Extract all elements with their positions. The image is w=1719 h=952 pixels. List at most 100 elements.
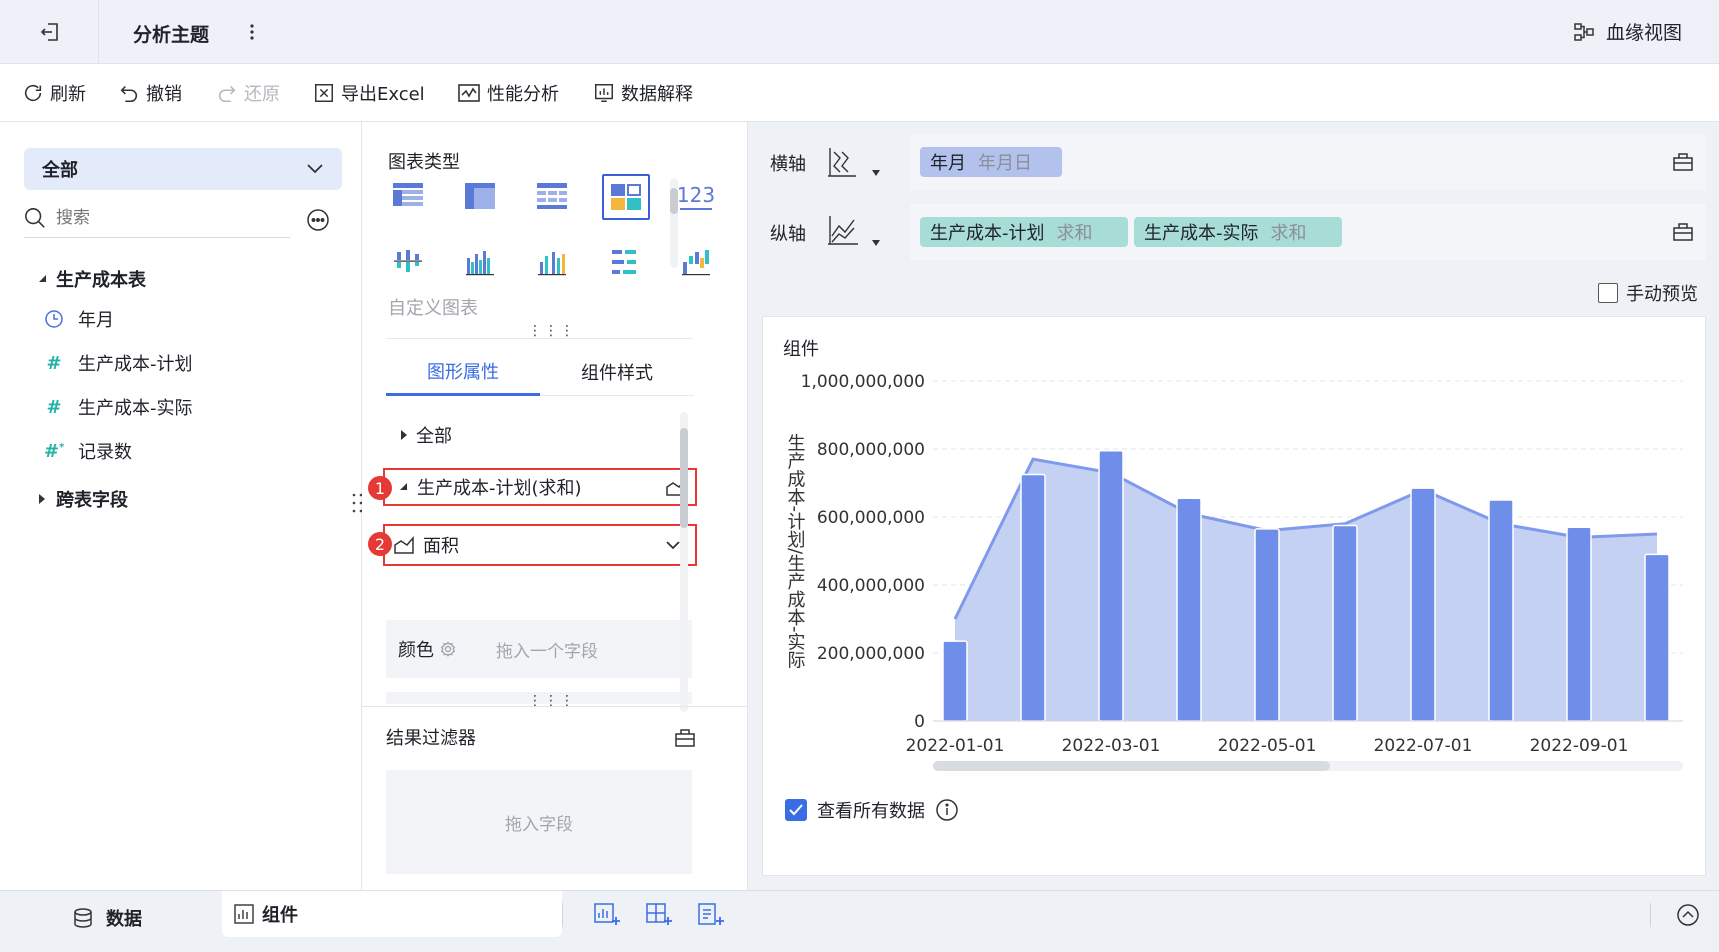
search-input[interactable]: [56, 207, 276, 228]
color-drop-zone[interactable]: 颜色 拖入一个字段: [386, 620, 692, 678]
detail-table-chart-icon[interactable]: [530, 174, 574, 218]
multi-bar-chart-icon[interactable]: [458, 240, 502, 284]
collapse-up-icon[interactable]: [1676, 903, 1700, 927]
combo-chart: 1,000,000,000 800,000,000 600,000,000 400,0…: [785, 372, 1683, 756]
resize-handle-icon[interactable]: ⋮⋮⋮: [528, 694, 576, 708]
bar: [1332, 524, 1358, 722]
table-node[interactable]: 生产成本表: [38, 266, 146, 292]
filter-settings-icon[interactable]: [674, 726, 696, 748]
toolbar: 刷新 撤销 还原 导出Excel 性能分析 数据解释: [0, 64, 1719, 122]
add-widget-icon[interactable]: [594, 903, 620, 927]
tab-graphic-properties[interactable]: 图形属性: [386, 348, 540, 396]
area-chart-icon: [393, 535, 415, 555]
scrollbar-thumb[interactable]: [933, 761, 1330, 771]
field-item[interactable]: #* 记录数: [44, 438, 132, 464]
gear-icon[interactable]: [440, 641, 456, 657]
checkbox[interactable]: [1598, 283, 1618, 303]
export-excel-button[interactable]: 导出Excel: [313, 80, 425, 106]
widget-tab-active[interactable]: 组件: [222, 891, 562, 937]
data-explain-button[interactable]: 数据解释: [593, 80, 693, 106]
filter-placeholder: 拖入字段: [505, 814, 573, 835]
bar: [1176, 497, 1202, 722]
x-axis-row: 横轴 年月 年月日: [762, 134, 1706, 190]
exit-icon[interactable]: [38, 20, 62, 44]
field-item[interactable]: # 生产成本-计划: [44, 350, 192, 376]
combo-chart-icon-selected[interactable]: [602, 174, 650, 220]
axis-settings-icon[interactable]: [1672, 220, 1694, 242]
table-name: 生产成本表: [56, 270, 146, 291]
horizontal-scrollbar[interactable]: [933, 761, 1683, 771]
scope-select[interactable]: 全部: [24, 148, 342, 190]
kpi-chart-icon[interactable]: 123: [674, 174, 718, 218]
widget-card: 组件 1,000,000,000 800,000,000 600,000,000 40…: [762, 316, 1706, 876]
more-options-icon[interactable]: [306, 208, 330, 232]
y-tick-label: 800,000,000: [817, 440, 925, 460]
search-icon: [24, 207, 46, 229]
y-tick-label: 200,000,000: [817, 644, 925, 664]
add-table-icon[interactable]: [646, 903, 672, 927]
manual-preview-toggle[interactable]: 手动预览: [1598, 280, 1698, 306]
add-report-icon[interactable]: [698, 903, 724, 927]
properties-scrollbar[interactable]: [680, 412, 688, 712]
divider: [362, 706, 748, 707]
field-label: 年月: [78, 310, 114, 331]
more-vertical-icon[interactable]: [248, 22, 256, 42]
custom-chart-label[interactable]: 自定义图表: [388, 294, 478, 320]
x-field-tag[interactable]: 年月 年月日: [920, 147, 1062, 177]
info-icon[interactable]: [935, 798, 959, 822]
resize-handle-icon[interactable]: ⋮⋮⋮: [528, 324, 576, 338]
column-chart-icon[interactable]: [530, 240, 574, 284]
tab-label: 组件样式: [581, 362, 653, 384]
y-tick-label: 400,000,000: [817, 576, 925, 596]
cross-table-node[interactable]: 跨表字段: [38, 486, 128, 512]
refresh-icon: [22, 82, 44, 104]
divider: [98, 0, 99, 64]
y-field-tag[interactable]: 生产成本-实际 求和: [1134, 217, 1342, 247]
bar: [942, 640, 968, 722]
table-chart-icon[interactable]: [386, 174, 430, 218]
field-label: 生产成本-实际: [78, 398, 193, 419]
shape-select-highlighted[interactable]: 面积: [383, 524, 697, 566]
search-box[interactable]: [24, 198, 290, 238]
performance-analysis-button[interactable]: 性能分析: [457, 80, 559, 106]
horizontal-bar-chart-icon[interactable]: [602, 240, 646, 284]
grouped-bar-chart-icon[interactable]: [386, 240, 430, 284]
cross-table-chart-icon[interactable]: [458, 174, 502, 218]
y-axis-label: 纵轴: [770, 224, 806, 245]
y-field-tag[interactable]: 生产成本-计划 求和: [920, 217, 1128, 247]
database-icon: [72, 907, 94, 929]
cross-table-label: 跨表字段: [56, 490, 128, 511]
field-name: 年月: [930, 153, 966, 174]
caret-down-icon[interactable]: [872, 240, 880, 246]
waterfall-chart-icon[interactable]: [674, 240, 718, 284]
refresh-button[interactable]: 刷新: [22, 80, 86, 106]
x-axis-type-icon[interactable]: [826, 146, 866, 180]
lineage-view-button[interactable]: 血缘视图: [1572, 18, 1682, 45]
divider: [1650, 903, 1651, 927]
undo-label: 撤销: [146, 84, 182, 105]
title-bar: 分析主题 血缘视图: [0, 0, 1719, 64]
field-item[interactable]: 年月: [44, 306, 114, 332]
widget-tab-label: 组件: [262, 905, 298, 926]
undo-button[interactable]: 撤销: [118, 80, 182, 106]
section-all-label: 全部: [416, 426, 452, 447]
data-tab[interactable]: 数据: [72, 905, 142, 931]
series-row-highlighted[interactable]: 生产成本-计划(求和): [383, 468, 697, 506]
caret-down-icon: [399, 482, 409, 492]
caret-down-icon[interactable]: [872, 170, 880, 176]
axis-settings-icon[interactable]: [1672, 150, 1694, 172]
field-name: 生产成本-实际: [1144, 223, 1259, 244]
field-item[interactable]: # 生产成本-实际: [44, 394, 193, 420]
filter-drop-zone[interactable]: 拖入字段: [386, 770, 692, 874]
chart-grid-scrollbar[interactable]: [670, 178, 678, 268]
y-axis-type-icon[interactable]: [826, 214, 860, 248]
refresh-label: 刷新: [50, 84, 86, 105]
bottom-bar: 数据 组件: [0, 890, 1719, 952]
view-all-data-toggle[interactable]: 查看所有数据: [785, 797, 959, 823]
checkbox-checked[interactable]: [785, 799, 807, 821]
y-tick-label: 0: [914, 712, 925, 732]
section-all[interactable]: 全部: [400, 422, 452, 448]
y-tick-label: 1,000,000,000: [801, 372, 925, 392]
redo-button[interactable]: 还原: [216, 80, 280, 106]
tab-component-style[interactable]: 组件样式: [540, 348, 694, 396]
